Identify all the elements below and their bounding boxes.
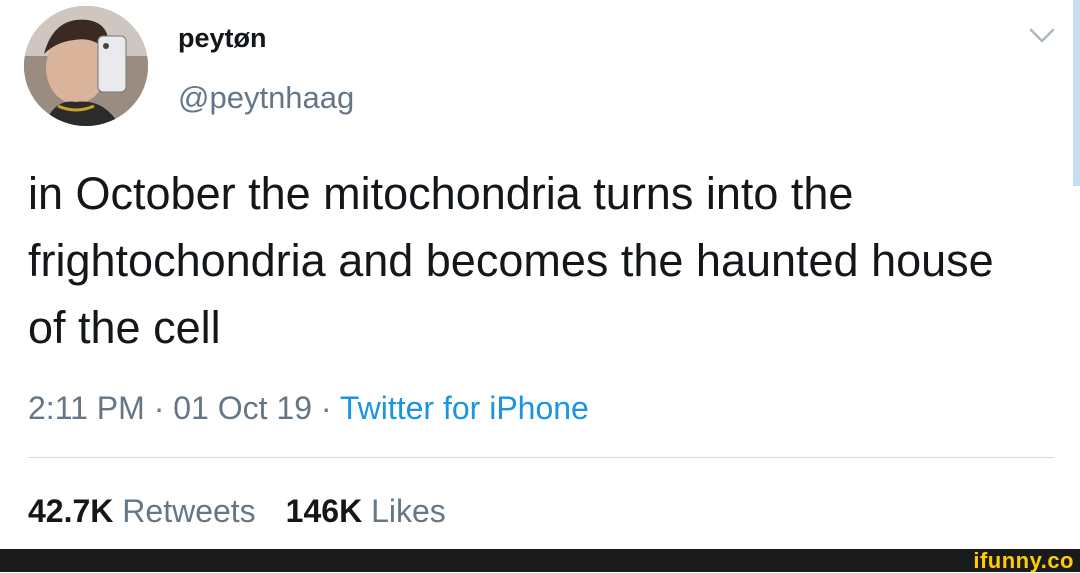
tweet-date[interactable]: 01 Oct 19 [173, 390, 312, 426]
tweet-time[interactable]: 2:11 PM [28, 390, 145, 426]
retweets-count: 42.7K [28, 493, 114, 529]
user-avatar-photo [24, 6, 148, 126]
meta-separator: · [153, 390, 165, 426]
tweet-source-link[interactable]: Twitter for iPhone [340, 390, 589, 426]
likes-stat[interactable]: 146K Likes [286, 493, 446, 529]
meta-separator: · [320, 390, 332, 426]
ifunny-watermark: ifunny.co [973, 548, 1074, 573]
author-avatar[interactable] [24, 6, 148, 126]
chevron-down-icon[interactable] [1028, 26, 1056, 46]
likes-count: 146K [285, 493, 363, 529]
author-display-name[interactable]: peytøn [178, 22, 267, 54]
divider [28, 457, 1054, 458]
likes-label: Likes [371, 493, 446, 529]
author-handle[interactable]: @peytnhaag [178, 80, 354, 116]
retweets-stat[interactable]: 42.7K Retweets [28, 493, 256, 529]
retweets-label: Retweets [122, 493, 256, 529]
scroll-indicator[interactable] [1073, 0, 1080, 186]
tweet-metadata: 2:11 PM · 01 Oct 19 · Twitter for iPhone [28, 386, 589, 430]
tweet-stats: 42.7K Retweets 146K Likes [28, 489, 446, 533]
watermark-bar [0, 549, 1080, 572]
tweet-text: in October the mitochondria turns into t… [28, 168, 994, 353]
